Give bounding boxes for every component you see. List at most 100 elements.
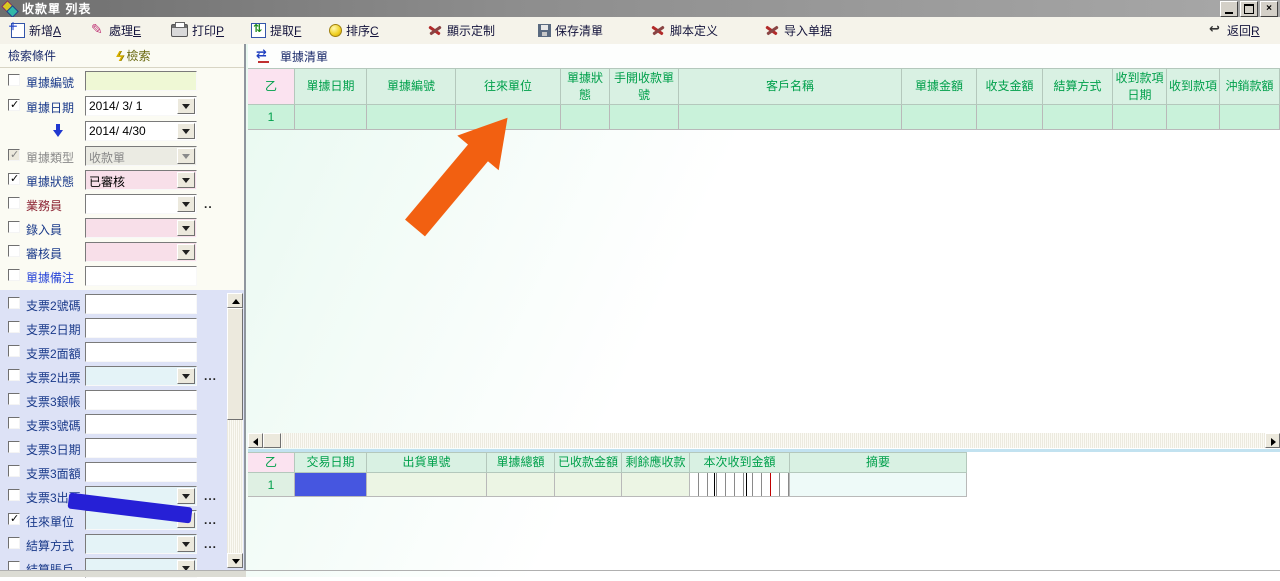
column-header[interactable]: 單據總額	[487, 452, 555, 473]
scroll-down-button[interactable]	[227, 553, 243, 568]
check3-number-checkbox[interactable]	[8, 417, 20, 429]
check2-date-checkbox[interactable]	[8, 321, 20, 333]
doc-type-checkbox[interactable]	[8, 149, 20, 161]
scrollbar-thumb[interactable]	[227, 308, 243, 420]
doc-status-combobox[interactable]: 已審核	[85, 170, 197, 190]
check3-amount-input[interactable]	[85, 462, 197, 482]
check3-date-input[interactable]	[85, 438, 197, 458]
chevron-down-icon[interactable]	[177, 98, 195, 114]
column-header[interactable]: 單據金額	[902, 68, 977, 105]
check2-amount-input[interactable]	[85, 342, 197, 362]
doc-status-checkbox[interactable]	[8, 173, 20, 185]
toolbar-new-button[interactable]: 新增A	[8, 20, 64, 40]
column-header[interactable]: 單據編號	[367, 68, 456, 105]
check2-number-checkbox[interactable]	[8, 297, 20, 309]
auditor-checkbox[interactable]	[8, 245, 20, 257]
partner-combobox[interactable]	[85, 510, 197, 530]
chevron-down-icon[interactable]	[177, 123, 195, 139]
chevron-down-icon[interactable]	[177, 172, 195, 188]
scroll-up-button[interactable]	[227, 293, 243, 308]
check3-bank-input[interactable]	[85, 390, 197, 410]
scroll-left-button[interactable]	[248, 433, 263, 448]
check2-number-input[interactable]	[85, 294, 197, 314]
partner-browse-button[interactable]: ...	[204, 513, 217, 527]
column-header[interactable]: 本次收到金額	[690, 452, 790, 473]
toolbar-return-button[interactable]: 返回R	[1206, 20, 1263, 40]
column-header[interactable]: 往來單位	[456, 68, 561, 105]
column-header[interactable]: 收到款項	[1167, 68, 1220, 105]
toolbar-print-button[interactable]: 打印P	[168, 20, 227, 40]
grid-cell[interactable]	[555, 473, 622, 497]
grid-cell[interactable]	[367, 473, 487, 497]
doc-number-checkbox[interactable]	[8, 74, 20, 86]
column-header[interactable]: 單據狀態	[561, 68, 610, 105]
grid-cell[interactable]	[1167, 105, 1220, 130]
grid-horizontal-scrollbar[interactable]	[248, 433, 1280, 448]
maximize-button[interactable]	[1240, 1, 1258, 17]
grid-cell[interactable]	[1220, 105, 1280, 130]
grid-cell[interactable]	[295, 473, 367, 497]
chevron-down-icon[interactable]	[177, 244, 195, 260]
check3-number-input[interactable]	[85, 414, 197, 434]
check2-drawer-combobox[interactable]	[85, 366, 197, 386]
minimize-button[interactable]	[1220, 1, 1238, 17]
entry-clerk-checkbox[interactable]	[8, 221, 20, 233]
column-header[interactable]: 出貨單號	[367, 452, 487, 473]
grid-cell[interactable]: 1	[248, 105, 295, 130]
grid-cell[interactable]	[679, 105, 902, 130]
doc-date-to-combobox[interactable]: 2014/ 4/30	[85, 121, 197, 141]
toolbar-customize-display-button[interactable]: 顯示定制	[425, 20, 498, 40]
column-header[interactable]: 已收款金額	[555, 452, 622, 473]
toolbar-process-button[interactable]: 處理E	[88, 20, 144, 40]
close-button[interactable]: ×	[1260, 1, 1278, 17]
column-header[interactable]: 收支金額	[977, 68, 1043, 105]
grid-cell[interactable]	[295, 105, 367, 130]
chevron-down-icon[interactable]	[177, 512, 195, 528]
toolbar-sort-button[interactable]: 排序C	[326, 20, 382, 40]
grid-cell[interactable]	[1113, 105, 1167, 130]
salesperson-checkbox[interactable]	[8, 197, 20, 209]
column-header[interactable]: 乙	[248, 68, 295, 105]
doc-remarks-input[interactable]	[85, 266, 197, 286]
grid-cell[interactable]	[487, 473, 555, 497]
chevron-down-icon[interactable]	[177, 196, 195, 212]
settle-method-combobox[interactable]	[85, 534, 197, 554]
column-header[interactable]: 單據日期	[295, 68, 367, 105]
check3-drawer-checkbox[interactable]	[8, 489, 20, 501]
column-header[interactable]: 沖銷款額	[1220, 68, 1280, 105]
doc-number-input[interactable]	[85, 71, 197, 91]
check3-date-checkbox[interactable]	[8, 441, 20, 453]
entry-clerk-combobox[interactable]	[85, 218, 197, 238]
scroll-right-button[interactable]	[1265, 433, 1280, 448]
grid-cell[interactable]	[456, 105, 561, 130]
settle-method-checkbox[interactable]	[8, 537, 20, 549]
grid-cell[interactable]	[977, 105, 1043, 130]
grid-cell[interactable]	[367, 105, 456, 130]
column-header[interactable]: 交易日期	[295, 452, 367, 473]
partner-checkbox[interactable]	[8, 513, 20, 525]
search-button[interactable]: ϟ 檢索	[116, 47, 150, 64]
column-header[interactable]: 乙	[248, 452, 295, 473]
salesperson-combobox[interactable]	[85, 194, 197, 214]
doc-date-from-combobox[interactable]: 2014/ 3/ 1	[85, 96, 197, 116]
chevron-down-icon[interactable]	[177, 488, 195, 504]
doc-remarks-checkbox[interactable]	[8, 269, 20, 281]
check2-amount-checkbox[interactable]	[8, 345, 20, 357]
grid-cell[interactable]	[790, 473, 967, 497]
chevron-down-icon[interactable]	[177, 220, 195, 236]
check3-drawer-browse-button[interactable]: ...	[204, 489, 217, 503]
column-header[interactable]: 剩餘應收款	[622, 452, 690, 473]
toolbar-save-list-button[interactable]: 保存清單	[535, 20, 606, 40]
check3-amount-checkbox[interactable]	[8, 465, 20, 477]
grid-cell[interactable]	[1043, 105, 1113, 130]
column-header[interactable]: 收到款項日期	[1113, 68, 1167, 105]
auditor-combobox[interactable]	[85, 242, 197, 262]
grid-cell[interactable]	[561, 105, 610, 130]
column-header[interactable]: 結算方式	[1043, 68, 1113, 105]
grid-cell[interactable]	[902, 105, 977, 130]
settle-method-browse-button[interactable]: ...	[204, 537, 217, 551]
scrollbar-thumb[interactable]	[263, 433, 281, 448]
column-header[interactable]: 客戶名稱	[679, 68, 902, 105]
grid-cell[interactable]	[690, 473, 790, 497]
toolbar-script-define-button[interactable]: 脚本定义	[648, 20, 721, 40]
